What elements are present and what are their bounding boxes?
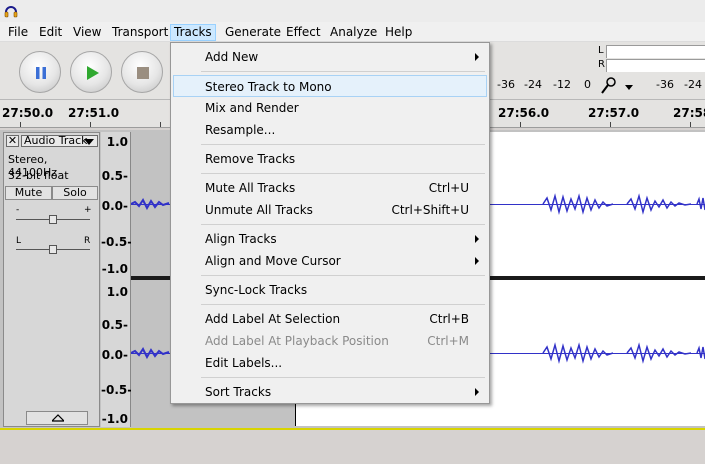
meter-right-bar <box>606 59 705 72</box>
submenu-arrow-icon <box>475 257 479 265</box>
meter-left-label: L <box>598 45 604 56</box>
menu-item-unmute-all[interactable]: Unmute All Tracks Ctrl+Shift+U <box>173 199 487 221</box>
chevron-up-icon <box>52 414 64 422</box>
menu-view[interactable]: View <box>70 24 104 41</box>
track-control-panel: ✕ Audio Track Stereo, 44100Hz 32-bit flo… <box>3 132 100 427</box>
submenu-arrow-icon <box>475 235 479 243</box>
menu-transport[interactable]: Transport <box>109 24 171 41</box>
menu-item-edit-labels[interactable]: Edit Labels... <box>173 352 487 374</box>
amplitude-label: -0.5- <box>101 383 133 397</box>
tracks-menu-dropdown: Add New Stereo Track to Mono Mix and Ren… <box>170 42 490 404</box>
menu-item-stereo-to-mono[interactable]: Stereo Track to Mono <box>173 75 487 97</box>
ruler-tick-label: 27:57.0 <box>588 106 640 120</box>
meter-right-label: R <box>598 59 605 70</box>
amplitude-label: -0.5- <box>101 235 133 249</box>
gain-slider-thumb[interactable] <box>49 215 57 224</box>
playback-meter[interactable]: L R <box>590 44 705 74</box>
menu-bar: File Edit View Transport Tracks Generate… <box>0 22 705 42</box>
meter-scale-label: -36 <box>497 78 515 91</box>
menu-item-align-and-move-cursor[interactable]: Align and Move Cursor <box>173 250 487 272</box>
amplitude-label: -1.0 <box>101 262 128 276</box>
play-button[interactable] <box>70 51 112 93</box>
menu-tracks[interactable]: Tracks <box>170 24 216 41</box>
stop-button[interactable] <box>121 51 163 93</box>
chevron-down-icon <box>84 139 94 145</box>
close-track-button[interactable]: ✕ <box>6 135 19 147</box>
mute-button[interactable]: Mute <box>5 186 52 200</box>
menu-effect[interactable]: Effect <box>283 24 324 41</box>
submenu-arrow-icon <box>475 388 479 396</box>
shortcut-label: Ctrl+U <box>428 181 469 195</box>
ruler-tick-label: 27:56.0 <box>498 106 550 120</box>
title-bar <box>0 0 705 22</box>
solo-button[interactable]: Solo <box>52 186 98 200</box>
amplitude-label: 0.0- <box>101 348 128 362</box>
microphone-icon[interactable] <box>599 77 643 95</box>
ruler-tick-label: 27:51.0 <box>68 106 120 120</box>
gain-plus-label: + <box>84 205 92 215</box>
menu-separator <box>201 144 485 145</box>
menu-separator <box>201 173 485 174</box>
shortcut-label: Ctrl+M <box>427 334 469 348</box>
amplitude-label: 1.0 <box>106 285 128 299</box>
menu-separator <box>201 71 485 72</box>
meter-scale-label: -24 <box>684 78 702 91</box>
pause-icon <box>36 67 46 79</box>
pause-button[interactable] <box>19 51 61 93</box>
menu-analyze[interactable]: Analyze <box>327 24 380 41</box>
menu-generate[interactable]: Generate <box>222 24 284 41</box>
collapse-track-button[interactable] <box>26 411 88 425</box>
shortcut-label: Ctrl+Shift+U <box>391 203 469 217</box>
menu-item-add-label-at-selection[interactable]: Add Label At Selection Ctrl+B <box>173 308 487 330</box>
meter-scale-label: -24 <box>524 78 542 91</box>
menu-item-add-label-at-playback: Add Label At Playback Position Ctrl+M <box>173 330 487 352</box>
meter-left-bar <box>606 45 705 58</box>
stop-icon <box>137 67 149 79</box>
amplitude-ruler: 1.0 0.5- 0.0- -0.5- -1.0 1.0 0.5- 0.0- -… <box>101 132 133 427</box>
menu-item-mix-and-render[interactable]: Mix and Render <box>173 97 487 119</box>
meter-scale-label: -12 <box>553 78 571 91</box>
track-bitdepth-info: 32-bit float <box>8 169 69 182</box>
menu-separator <box>201 304 485 305</box>
menu-item-sort-tracks[interactable]: Sort Tracks <box>173 381 487 403</box>
menu-separator <box>201 275 485 276</box>
meter-scale-label: 0 <box>584 78 591 91</box>
track-name: Audio Track <box>24 134 88 147</box>
menu-item-resample[interactable]: Resample... <box>173 119 487 141</box>
menu-item-mute-all[interactable]: Mute All Tracks Ctrl+U <box>173 177 487 199</box>
menu-separator <box>201 224 485 225</box>
amplitude-label: 0.5- <box>101 318 128 332</box>
menu-edit[interactable]: Edit <box>36 24 65 41</box>
menu-separator <box>201 377 485 378</box>
audacity-logo-icon <box>4 6 18 18</box>
menu-item-sync-lock-tracks[interactable]: Sync-Lock Tracks <box>173 279 487 301</box>
amplitude-label: 0.5- <box>101 169 128 183</box>
amplitude-label: -1.0 <box>101 412 128 426</box>
gain-minus-label: - <box>16 205 20 215</box>
pan-slider-thumb[interactable] <box>49 245 57 254</box>
shortcut-label: Ctrl+B <box>429 312 469 326</box>
track-name-menu[interactable]: Audio Track <box>21 135 98 147</box>
amplitude-label: 0.0- <box>101 199 128 213</box>
pan-right-label: R <box>84 236 91 246</box>
ruler-tick-label: 27:50.0 <box>2 106 54 120</box>
amplitude-label: 1.0 <box>106 135 128 149</box>
menu-file[interactable]: File <box>5 24 31 41</box>
chevron-down-icon <box>625 85 633 90</box>
menu-item-remove-tracks[interactable]: Remove Tracks <box>173 148 487 170</box>
submenu-arrow-icon <box>475 53 479 61</box>
pan-left-label: L <box>16 236 22 246</box>
menu-help[interactable]: Help <box>382 24 415 41</box>
play-icon <box>87 66 99 80</box>
menu-item-align-tracks[interactable]: Align Tracks <box>173 228 487 250</box>
ruler-tick-label: 27:58. <box>673 106 705 120</box>
menu-item-add-new[interactable]: Add New <box>173 46 487 68</box>
meter-scale-label: -36 <box>656 78 674 91</box>
